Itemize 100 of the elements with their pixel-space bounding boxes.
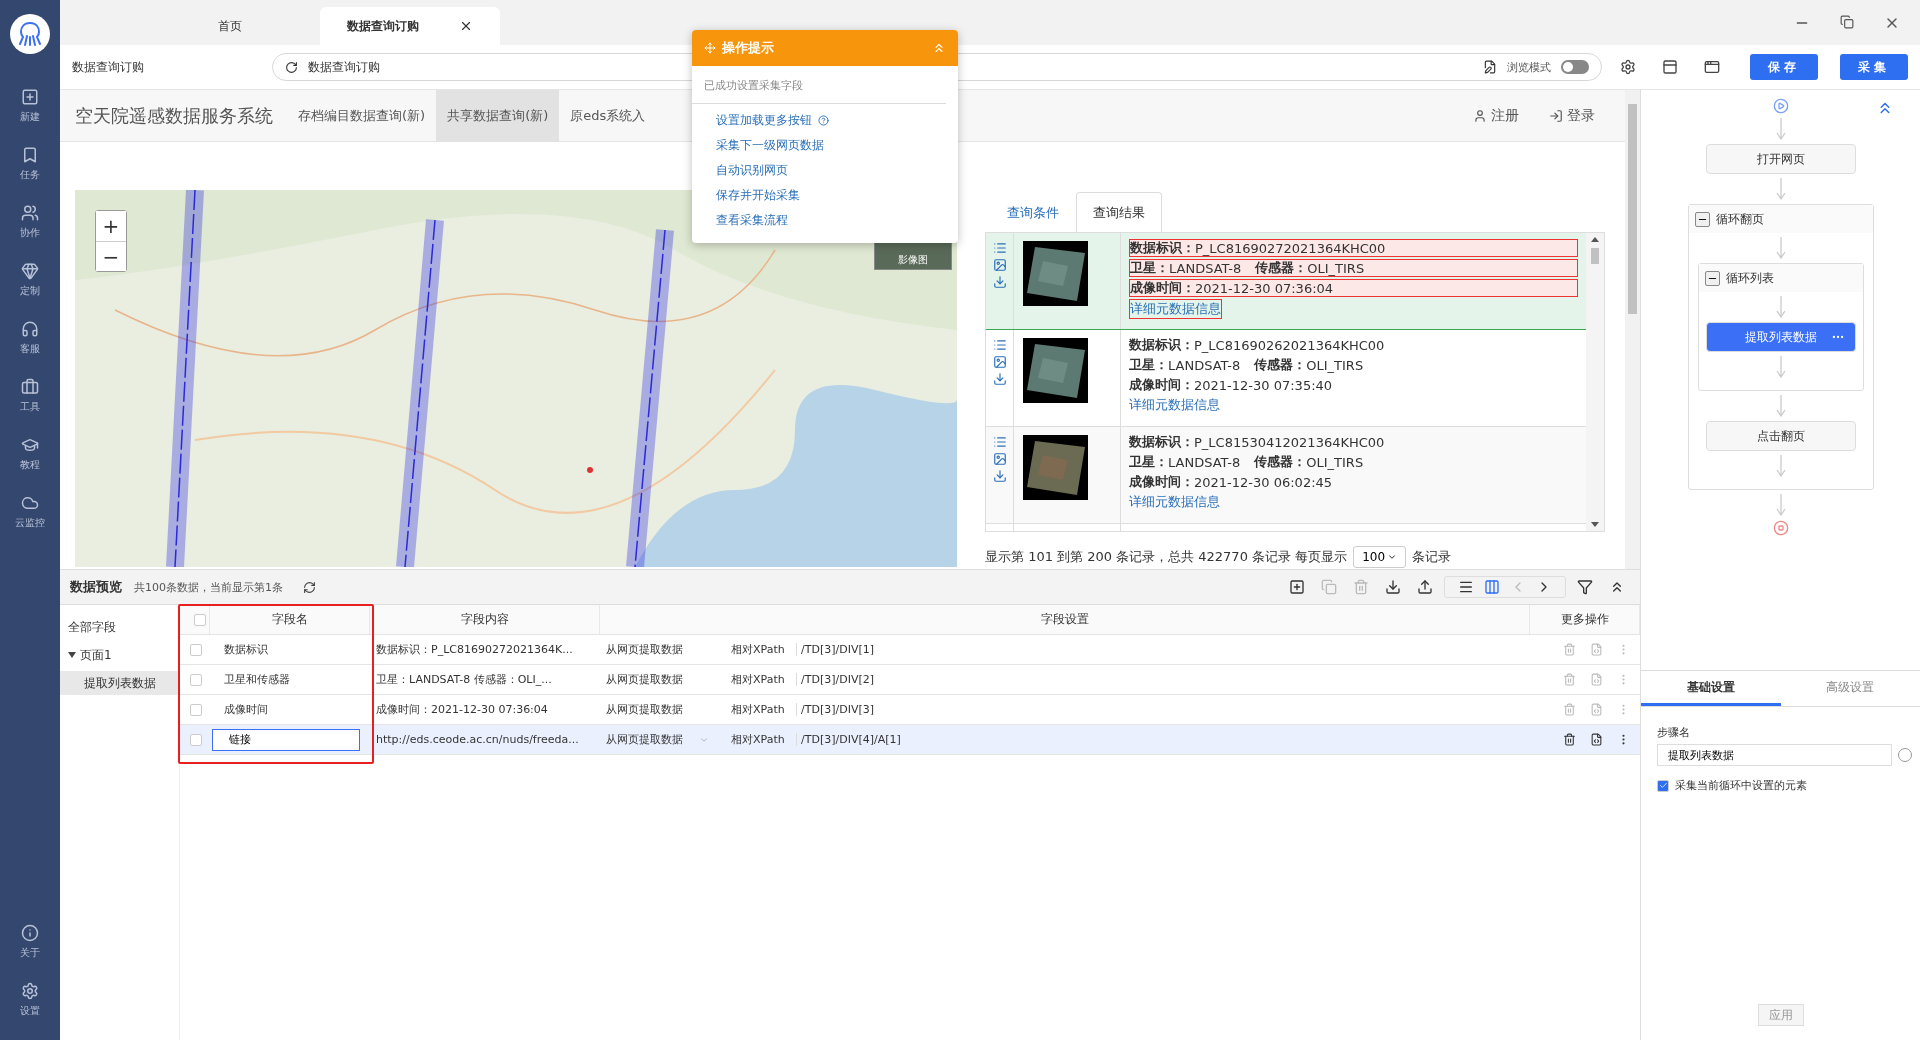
- download-icon[interactable]: [992, 275, 1007, 289]
- plus-icon: [21, 88, 39, 106]
- connector-arrow: [1775, 356, 1786, 378]
- image-icon[interactable]: [992, 258, 1007, 272]
- sidebar-item[interactable]: 客服: [0, 320, 60, 378]
- table-cell-text: http://eds.ceode.ac.cn/nuds/freeda...: [375, 733, 580, 746]
- table-cell-text: 相对XPath: [730, 672, 786, 687]
- settings-tab[interactable]: 高级设置: [1780, 671, 1920, 706]
- checkbox[interactable]: [190, 673, 202, 686]
- pagination-text: 显示第 101 到第 200 条记录，总共 422770 条记录 每页显示: [985, 548, 1348, 566]
- sidebar-item[interactable]: 协作: [0, 204, 60, 262]
- browser-tab[interactable]: 首页: [140, 7, 320, 45]
- table-cell-text: 相对XPath: [730, 642, 786, 657]
- record-time: 成像时间：2021-12-30 07:35:40: [1129, 376, 1334, 394]
- save-button[interactable]: 保存: [1750, 54, 1818, 80]
- metadata-link[interactable]: 详细元数据信息: [1129, 493, 1220, 511]
- metadata-link[interactable]: 详细元数据信息: [1129, 396, 1220, 414]
- checkbox[interactable]: [193, 613, 206, 626]
- sidebar-item[interactable]: 新建: [0, 88, 60, 146]
- scroll-thumb[interactable]: [1591, 248, 1599, 264]
- scroll-up-icon[interactable]: [1591, 237, 1599, 242]
- sidebar-item[interactable]: 云监控: [0, 494, 60, 552]
- stop-icon: [1772, 520, 1789, 536]
- step-name-field[interactable]: 提取列表数据: [1657, 744, 1892, 766]
- flow-step[interactable]: 点击翻页: [1705, 421, 1856, 451]
- xpath-text: /TD[3]/DIV[1]: [796, 643, 874, 656]
- download-icon[interactable]: [992, 469, 1007, 483]
- scroll-down-icon[interactable]: [1591, 522, 1599, 527]
- source-text: 从网页提取数据: [606, 642, 683, 657]
- sidebar-item[interactable]: 关于: [0, 924, 60, 982]
- table-cell-text: 数据标识: [223, 642, 269, 657]
- connector-arrow: [1775, 455, 1786, 477]
- xpath-text: /TD[3]/DIV[2]: [796, 673, 874, 686]
- page-title: 数据查询订购: [72, 58, 145, 76]
- checkbox[interactable]: [1657, 779, 1669, 792]
- flow-step[interactable]: 打开网页: [1705, 144, 1856, 174]
- record-id: 数据标识：P_LC81690272021364KHC00: [1129, 239, 1578, 257]
- image-icon[interactable]: [992, 452, 1007, 466]
- collect-button[interactable]: 采集: [1840, 54, 1908, 80]
- start-icon: [1772, 98, 1789, 114]
- people-icon: [21, 204, 39, 222]
- table-cell-text: 卫星：LANDSAT-8 传感器：OLI_...: [375, 672, 553, 687]
- header-link[interactable]: 注册: [1473, 106, 1519, 125]
- checkbox[interactable]: [190, 733, 202, 746]
- flow-step[interactable]: 提取列表数据: [1705, 322, 1856, 352]
- source-text: 从网页提取数据: [606, 672, 683, 687]
- reload-icon[interactable]: [285, 60, 298, 74]
- nav-item[interactable]: 共享数据查询(新): [436, 89, 560, 142]
- close-icon[interactable]: [459, 19, 473, 33]
- app-logo: [10, 14, 50, 54]
- checkbox[interactable]: [190, 703, 202, 716]
- record-time: 成像时间：2021-12-30 06:02:45: [1129, 473, 1334, 491]
- action-link[interactable]: 设置加载更多按钮: [716, 112, 934, 129]
- tree-item[interactable]: 提取列表数据: [60, 671, 179, 695]
- caret-icon: [1387, 552, 1398, 562]
- record-id: 数据标识：P_LC81690262021364KHC00: [1129, 336, 1386, 354]
- xpath-text: /TD[3]/DIV[4]/A[1]: [796, 733, 901, 746]
- checkbox[interactable]: [190, 643, 202, 656]
- results-tab[interactable]: 查询结果: [1076, 192, 1162, 232]
- action-link[interactable]: 查看采集流程: [716, 212, 934, 229]
- browse-mode-toggle[interactable]: [1561, 60, 1589, 74]
- download-icon[interactable]: [992, 372, 1007, 386]
- delete-icon[interactable]: [1563, 733, 1576, 746]
- collapse-toggle[interactable]: [1704, 270, 1720, 286]
- browser-tab[interactable]: 数据查询订购: [320, 7, 500, 45]
- column-header: 更多操作: [1560, 611, 1609, 628]
- metadata-link[interactable]: 详细元数据信息: [1129, 299, 1222, 319]
- edit-page-icon[interactable]: [1483, 60, 1497, 74]
- action-link[interactable]: 保存并开始采集: [716, 187, 934, 204]
- code-file-icon[interactable]: [1590, 733, 1603, 746]
- tree-item[interactable]: 页面1: [60, 643, 179, 667]
- collapse-toggle[interactable]: [1694, 211, 1710, 227]
- record-id: 数据标识：P_LC81530412021364KHC00: [1129, 433, 1386, 451]
- sidebar-item[interactable]: 定制: [0, 262, 60, 320]
- tree-item[interactable]: 全部字段: [60, 615, 179, 639]
- nav-item[interactable]: 原eds系统入: [559, 89, 657, 142]
- table-row[interactable]: 链接 http://eds.ceode.ac.cn/nuds/freeda... 从网页提取数据 相对XPath /TD[3]/DIV[4]/A[1]: [180, 725, 1640, 755]
- action-link[interactable]: 采集下一级网页数据: [716, 137, 934, 154]
- page-size-select[interactable]: 100: [1353, 546, 1407, 568]
- header-link[interactable]: 登录: [1549, 106, 1595, 125]
- sidebar-item[interactable]: 教程: [0, 436, 60, 494]
- name-field[interactable]: 链接: [212, 728, 360, 751]
- record-satellite: 卫星：LANDSAT-8 传感器：OLI_TIRS: [1129, 453, 1365, 471]
- action-link[interactable]: 自动识别网页: [716, 162, 934, 179]
- settings-tab[interactable]: 基础设置: [1641, 671, 1781, 706]
- move-icon[interactable]: [704, 42, 716, 54]
- zoom-out-button[interactable]: −: [96, 241, 126, 271]
- sidebar-item[interactable]: 任务: [0, 146, 60, 204]
- image-icon[interactable]: [992, 355, 1007, 369]
- help-icon[interactable]: [818, 115, 829, 126]
- restore-icon[interactable]: [1840, 14, 1854, 29]
- column-header: 字段设置: [1040, 611, 1089, 628]
- connector-arrow: [1775, 237, 1786, 259]
- nav-item[interactable]: 存档编目数据查询(新): [287, 89, 437, 142]
- sidebar-item[interactable]: 工具: [0, 378, 60, 436]
- graduation-cap-icon: [21, 436, 39, 454]
- record-satellite: 卫星：LANDSAT-8 传感器：OLI_TIRS: [1129, 356, 1365, 374]
- connector-arrow: [1775, 118, 1786, 140]
- table-cell-text: 成像时间：2021-12-30 07:36:04: [375, 702, 549, 717]
- sidebar-item[interactable]: 设置: [0, 982, 60, 1040]
